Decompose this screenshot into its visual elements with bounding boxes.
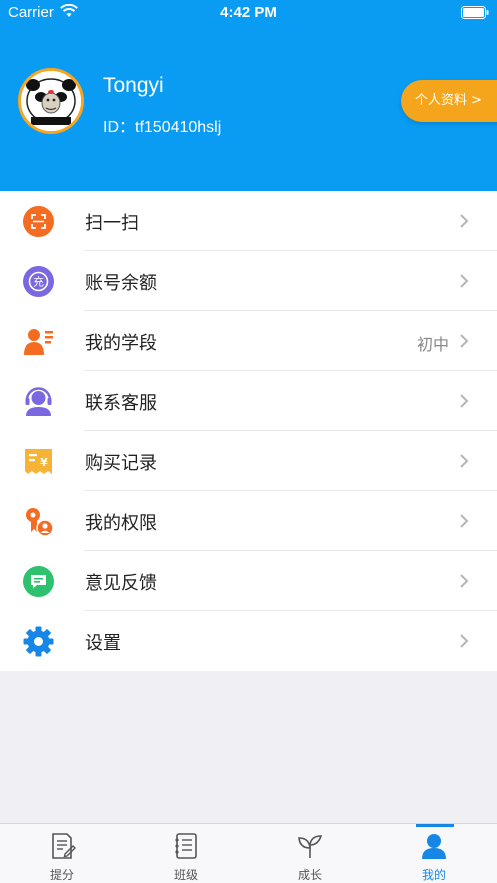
chevron-right-icon: [460, 454, 469, 468]
tab-class[interactable]: 班级: [124, 824, 248, 883]
settings-menu: 扫一扫 充 账号余额 我的学段 初中 联系客服 ¥ 购买记录 我的权限 意见反馈…: [0, 191, 497, 671]
avatar-face-icon: [21, 71, 81, 131]
user-name: Tongyi: [103, 74, 164, 97]
menu-item-balance[interactable]: 充 账号余额: [0, 251, 497, 311]
key-user-icon: [26, 508, 54, 537]
active-tab-indicator: [416, 824, 454, 827]
menu-item-permissions[interactable]: 我的权限: [0, 491, 497, 551]
tab-label: 我的: [421, 868, 446, 882]
menu-item-label: 设置: [85, 633, 121, 654]
battery-icon: [461, 6, 489, 19]
wifi-icon: [60, 4, 78, 17]
feedback-icon: [23, 566, 54, 597]
chevron-right-icon: [460, 214, 469, 228]
menu-item-label: 账号余额: [85, 273, 157, 294]
menu-item-purchase-history[interactable]: ¥ 购买记录: [0, 431, 497, 491]
profile-header: Carrier 4:42 PM Tongyi ID：tf150410hslj 个…: [0, 0, 497, 191]
menu-item-scan[interactable]: 扫一扫: [0, 191, 497, 251]
tab-label: 提分: [49, 868, 74, 882]
menu-item-label: 购买记录: [85, 453, 157, 474]
notebook-icon: [175, 833, 197, 859]
tab-label: 班级: [173, 868, 198, 882]
menu-item-customer-service[interactable]: 联系客服: [0, 371, 497, 431]
gear-icon: [23, 626, 54, 657]
chevron-right-icon: [460, 334, 469, 348]
status-bar: Carrier 4:42 PM: [0, 0, 497, 26]
receipt-icon: ¥: [25, 449, 52, 474]
chevron-right-icon: [460, 274, 469, 288]
menu-item-label: 联系客服: [85, 393, 157, 414]
tab-mine[interactable]: 我的: [372, 824, 496, 883]
grade-value: 初中: [416, 335, 449, 354]
tab-label: 成长: [297, 868, 322, 882]
exam-paper-icon: [52, 833, 76, 859]
user-id: ID：tf150410hslj: [103, 119, 222, 136]
tab-bar: 提分 班级 成长 我的: [0, 823, 497, 883]
menu-item-feedback[interactable]: 意见反馈: [0, 551, 497, 611]
recharge-icon: 充: [23, 266, 54, 297]
menu-item-settings[interactable]: 设置: [0, 611, 497, 671]
menu-item-label: 我的学段: [85, 333, 157, 354]
carrier-label: Carrier: [8, 4, 54, 21]
tab-score[interactable]: 提分: [0, 824, 124, 883]
profile-details-button[interactable]: 个人资料 >: [401, 80, 497, 122]
chevron-right-icon: [460, 394, 469, 408]
chevron-right-icon: [460, 634, 469, 648]
svg-text:充: 充: [33, 275, 44, 289]
student-card-icon: [24, 329, 53, 355]
chevron-right-icon: [460, 514, 469, 528]
chevron-right-icon: [460, 574, 469, 588]
menu-item-label: 意见反馈: [85, 573, 157, 594]
tab-growth[interactable]: 成长: [248, 824, 372, 883]
sprout-icon: [298, 835, 323, 858]
svg-text:¥: ¥: [40, 456, 48, 469]
scan-icon: [23, 206, 54, 237]
customer-service-icon: [25, 387, 52, 416]
menu-item-label: 我的权限: [85, 513, 157, 534]
person-icon: [422, 834, 446, 859]
menu-item-grade[interactable]: 我的学段 初中: [0, 311, 497, 371]
menu-item-label: 扫一扫: [85, 213, 139, 234]
avatar[interactable]: [18, 68, 84, 134]
